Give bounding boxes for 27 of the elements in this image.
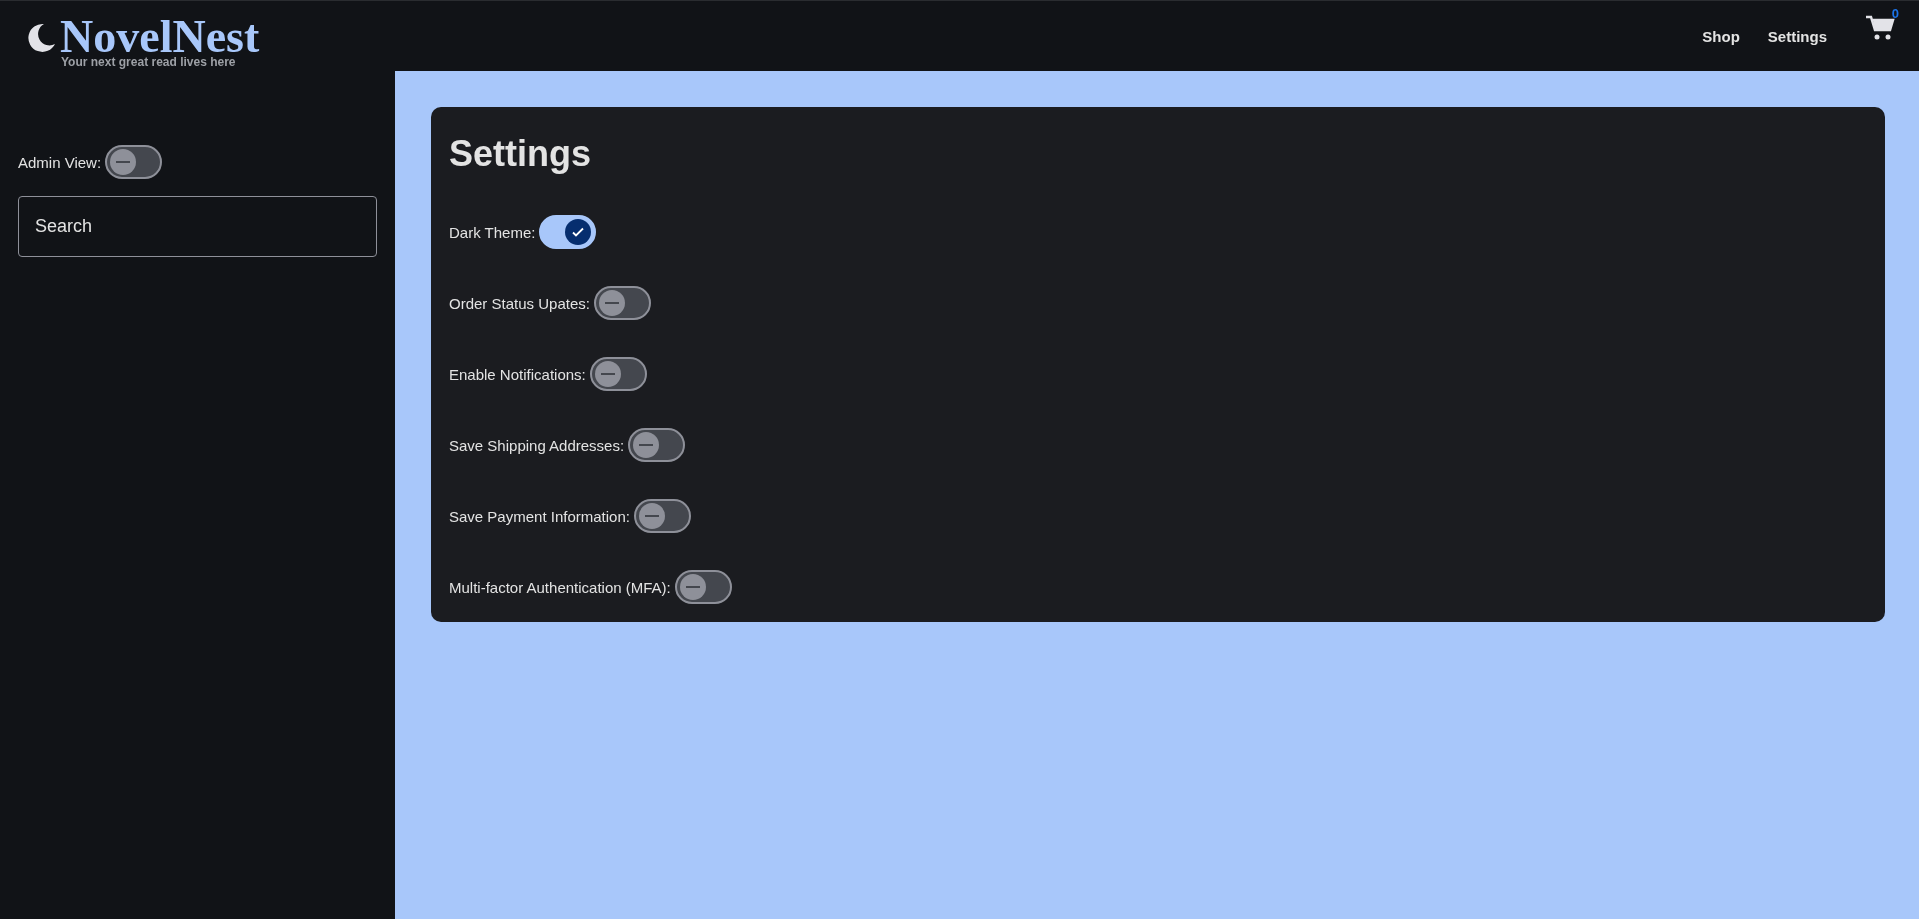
minus-icon (600, 373, 615, 375)
page-title: Settings (449, 133, 592, 175)
setting-toggle[interactable] (589, 357, 647, 391)
setting-toggle[interactable] (593, 286, 651, 320)
setting-label: Save Shipping Addresses: (449, 436, 625, 454)
cart-count: 0 (1891, 6, 1899, 21)
tagline: Your next great read lives here (61, 55, 237, 69)
check-icon (571, 225, 586, 239)
setting-label: Dark Theme: (449, 223, 536, 241)
toggle-label: Admin View: (18, 153, 102, 171)
setting-toggle[interactable] (674, 570, 732, 604)
minus-icon (116, 161, 131, 163)
search-field[interactable]: Search (18, 196, 377, 257)
minus-icon (604, 302, 619, 304)
minus-icon (639, 444, 654, 446)
setting-toggle[interactable] (539, 215, 597, 249)
admin-view-toggle[interactable] (105, 145, 163, 179)
setting-label: Multi-factor Authentication (MFA): (449, 578, 671, 596)
minus-icon (644, 515, 659, 517)
nav-link[interactable]: Shop (1702, 27, 1740, 45)
nav-link[interactable]: Settings (1767, 27, 1827, 45)
setting-label: Order Status Upates: (449, 294, 590, 312)
setting-toggle[interactable] (628, 428, 686, 462)
setting-label: Enable Notifications: (449, 365, 586, 383)
setting-toggle[interactable] (633, 499, 691, 533)
setting-label: Save Payment Information: (449, 507, 630, 525)
minus-icon (685, 586, 700, 588)
